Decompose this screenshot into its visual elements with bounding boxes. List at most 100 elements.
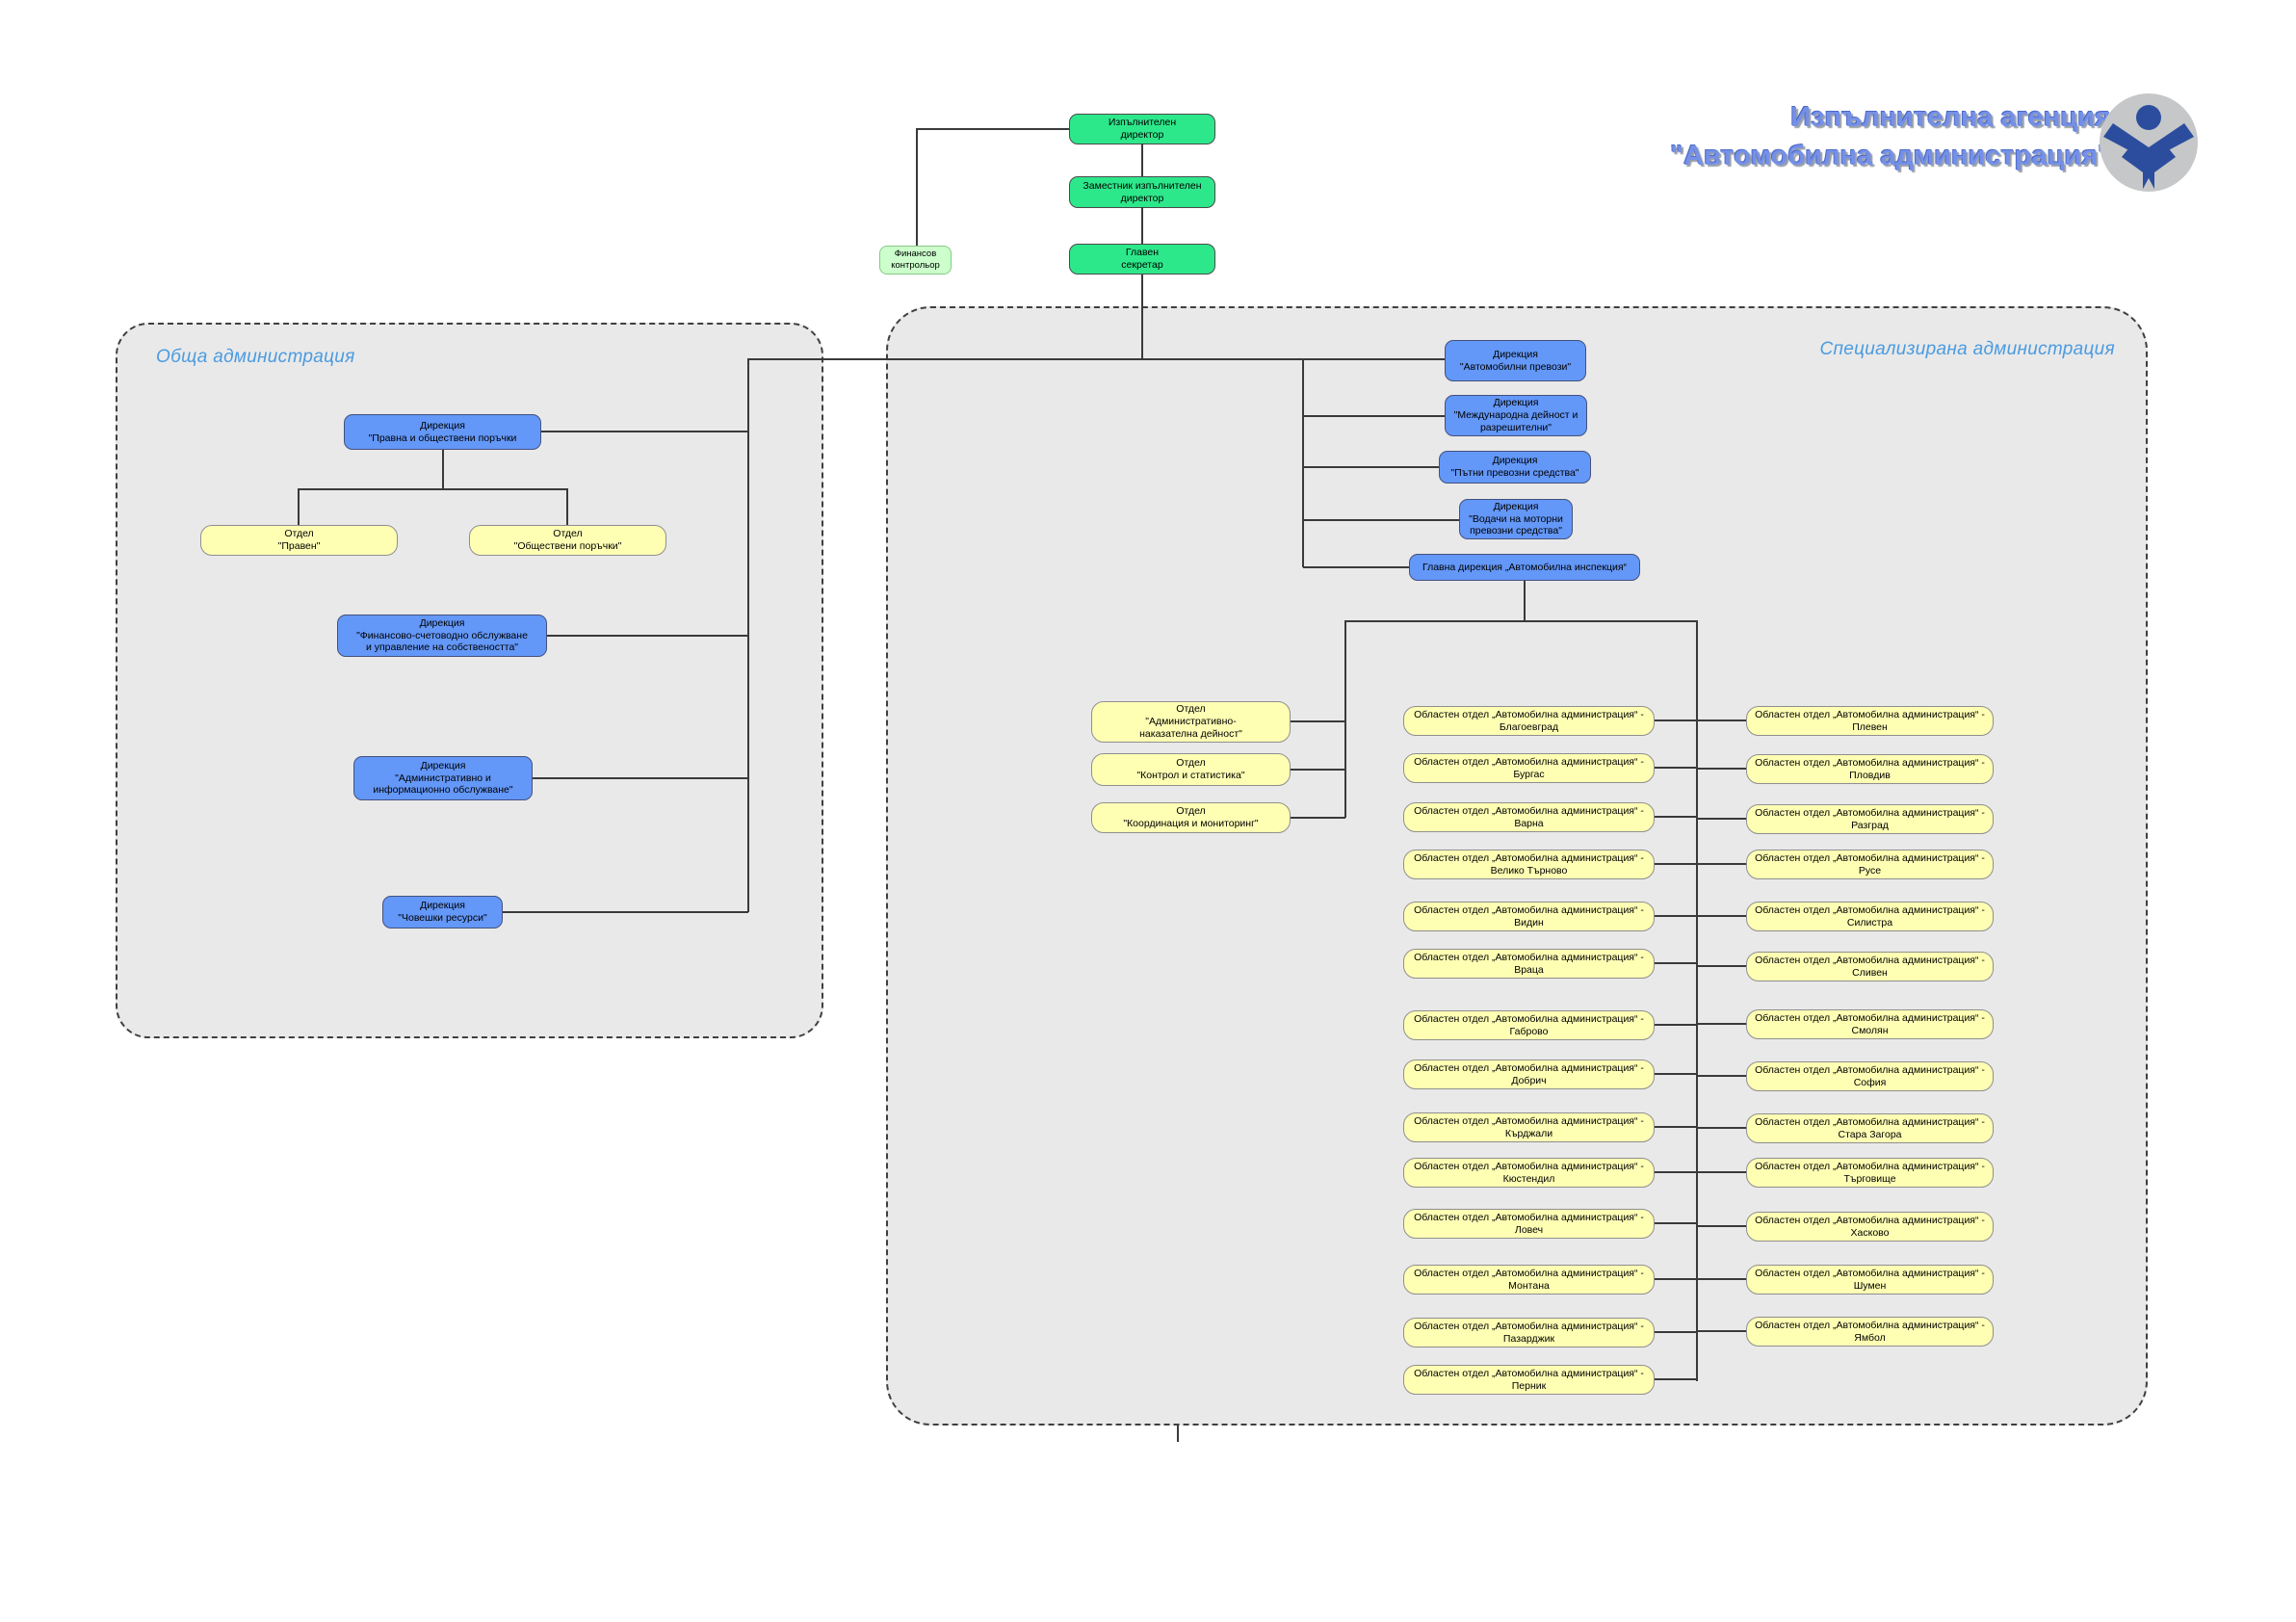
connector-line bbox=[1524, 581, 1526, 621]
connector-line bbox=[1697, 818, 1746, 820]
regional-office-box: Областен отдел „Автомобилна администраци… bbox=[1746, 1317, 1994, 1347]
specialized-administration-label: Специализирана администрация bbox=[1734, 339, 2115, 360]
regional-office-box: Областен отдел „Автомобилна администраци… bbox=[1403, 706, 1655, 736]
regional-office-box: Областен отдел „Автомобилна администраци… bbox=[1746, 850, 1994, 879]
regional-office-box: Областен отдел „Автомобилна администраци… bbox=[1746, 1113, 1994, 1143]
connector-line bbox=[1177, 1426, 1179, 1442]
connector-line bbox=[1655, 1073, 1697, 1075]
connector-line bbox=[566, 488, 568, 525]
connector-line bbox=[1655, 915, 1697, 917]
connector-line bbox=[1302, 358, 1304, 567]
directorate-transport-box: Дирекция "Автомобилни превози" bbox=[1445, 340, 1586, 381]
connector-line bbox=[1655, 719, 1697, 721]
directorate-legal-box: Дирекция "Правна и обществени поръчки bbox=[344, 414, 541, 450]
connector-line bbox=[1655, 1378, 1697, 1380]
regional-office-box: Областен отдел „Автомобилна администраци… bbox=[1403, 1158, 1655, 1188]
connector-line bbox=[547, 635, 748, 637]
connector-line bbox=[1697, 768, 1746, 770]
connector-line bbox=[541, 431, 748, 432]
connector-line bbox=[1655, 1331, 1697, 1333]
regional-office-box: Областен отдел „Автомобилна администраци… bbox=[1403, 1265, 1655, 1295]
connector-line bbox=[1697, 1127, 1746, 1129]
connector-line bbox=[1697, 1171, 1746, 1173]
connector-line bbox=[1303, 415, 1445, 417]
directorate-vehicles-box: Дирекция "Пътни превозни средства" bbox=[1439, 451, 1591, 484]
connector-line bbox=[1303, 519, 1459, 521]
connector-line bbox=[917, 128, 1069, 130]
connector-line bbox=[1141, 144, 1143, 176]
dept-coordination-box: Отдел "Координация и мониторинг" bbox=[1091, 802, 1291, 833]
connector-line bbox=[1697, 1330, 1746, 1332]
connector-line bbox=[1655, 863, 1697, 865]
regional-office-box: Областен отдел „Автомобилна администраци… bbox=[1403, 1010, 1655, 1040]
connector-line bbox=[1655, 1222, 1697, 1224]
regional-office-box: Областен отдел „Автомобилна администраци… bbox=[1403, 1112, 1655, 1142]
connector-line bbox=[1697, 1075, 1746, 1077]
regional-office-box: Областен отдел „Автомобилна администраци… bbox=[1403, 802, 1655, 832]
executive-director-box: Изпълнителен директор bbox=[1069, 114, 1215, 144]
deputy-executive-director-box: Заместник изпълнителен директор bbox=[1069, 176, 1215, 208]
connector-line bbox=[1697, 719, 1746, 721]
connector-line bbox=[916, 128, 918, 246]
connector-line bbox=[1345, 620, 1697, 622]
connector-line bbox=[298, 488, 300, 525]
regional-office-box: Областен отдел „Автомобилна администраци… bbox=[1403, 949, 1655, 979]
directorate-international-box: Дирекция "Международна дейност и разреши… bbox=[1445, 395, 1587, 436]
agency-title-line1: Изпълнителна агенция bbox=[1541, 98, 2111, 137]
connector-line bbox=[1655, 1126, 1697, 1128]
directorate-finance-box: Дирекция "Финансово-счетоводно обслужван… bbox=[337, 615, 547, 657]
regional-office-box: Областен отдел „Автомобилна администраци… bbox=[1746, 952, 1994, 981]
connector-line bbox=[1696, 620, 1698, 1381]
regional-office-box: Областен отдел „Автомобилна администраци… bbox=[1403, 1318, 1655, 1347]
financial-controller-box: Финансов контрольор bbox=[879, 246, 952, 275]
connector-line bbox=[1697, 965, 1746, 967]
regional-office-box: Областен отдел „Автомобилна администраци… bbox=[1403, 902, 1655, 931]
directorate-drivers-box: Дирекция "Водачи на моторни превозни сре… bbox=[1459, 499, 1573, 539]
dept-procurement-box: Отдел "Обществени поръчки" bbox=[469, 525, 666, 556]
dept-control-stats-box: Отдел "Контрол и статистика" bbox=[1091, 753, 1291, 786]
regional-office-box: Областен отдел „Автомобилна администраци… bbox=[1746, 902, 1994, 931]
connector-line bbox=[533, 777, 748, 779]
connector-line bbox=[299, 488, 568, 490]
connector-line bbox=[1655, 767, 1697, 769]
connector-line bbox=[1291, 817, 1345, 819]
regional-office-box: Областен отдел „Автомобилна администраци… bbox=[1746, 1158, 1994, 1188]
connector-line bbox=[1141, 275, 1143, 359]
connector-line bbox=[1697, 863, 1746, 865]
directorate-hr-box: Дирекция "Човешки ресурси" bbox=[382, 896, 503, 929]
regional-office-box: Областен отдел „Автомобилна администраци… bbox=[1403, 753, 1655, 783]
agency-logo-icon bbox=[2099, 92, 2199, 193]
connector-line bbox=[1697, 1278, 1746, 1280]
connector-line bbox=[1697, 1023, 1746, 1025]
org-chart-canvas: Обща администрация Специализирана админи… bbox=[0, 0, 2296, 1622]
agency-title-line2: "Автомобилна администрация" bbox=[1541, 137, 2111, 175]
dept-admin-penal-box: Отдел "Административно- наказателна дейн… bbox=[1091, 701, 1291, 743]
connector-line bbox=[1291, 769, 1345, 771]
connector-line bbox=[1344, 620, 1346, 818]
regional-office-box: Областен отдел „Автомобилна администраци… bbox=[1746, 706, 1994, 736]
connector-line bbox=[1655, 1024, 1697, 1026]
connector-line bbox=[442, 450, 444, 489]
connector-line bbox=[1141, 207, 1143, 244]
regional-office-box: Областен отдел „Автомобилна администраци… bbox=[1403, 850, 1655, 879]
connector-line bbox=[1655, 1171, 1697, 1173]
regional-office-box: Областен отдел „Автомобилна администраци… bbox=[1403, 1365, 1655, 1395]
regional-office-box: Областен отдел „Автомобилна администраци… bbox=[1746, 1009, 1994, 1039]
connector-line bbox=[1697, 1225, 1746, 1227]
connector-line bbox=[1291, 720, 1345, 722]
connector-line bbox=[1655, 1278, 1697, 1280]
regional-office-box: Областен отдел „Автомобилна администраци… bbox=[1403, 1209, 1655, 1239]
connector-line bbox=[1303, 466, 1439, 468]
regional-office-box: Областен отдел „Автомобилна администраци… bbox=[1746, 804, 1994, 834]
regional-office-box: Областен отдел „Автомобилна администраци… bbox=[1746, 1265, 1994, 1295]
general-administration-label: Обща администрация bbox=[156, 347, 355, 368]
directorate-admin-info-box: Дирекция "Административно и информационн… bbox=[353, 756, 533, 800]
secretary-general-box: Главен секретар bbox=[1069, 244, 1215, 275]
connector-line bbox=[748, 358, 1445, 360]
connector-line bbox=[1303, 566, 1409, 568]
regional-office-box: Областен отдел „Автомобилна администраци… bbox=[1746, 1061, 1994, 1091]
connector-line bbox=[503, 911, 748, 913]
dept-legal-box: Отдел "Правен" bbox=[200, 525, 398, 556]
main-directorate-inspection-box: Главна дирекция „Автомобилна инспекция“ bbox=[1409, 554, 1640, 581]
regional-office-box: Областен отдел „Автомобилна администраци… bbox=[1746, 1212, 1994, 1242]
